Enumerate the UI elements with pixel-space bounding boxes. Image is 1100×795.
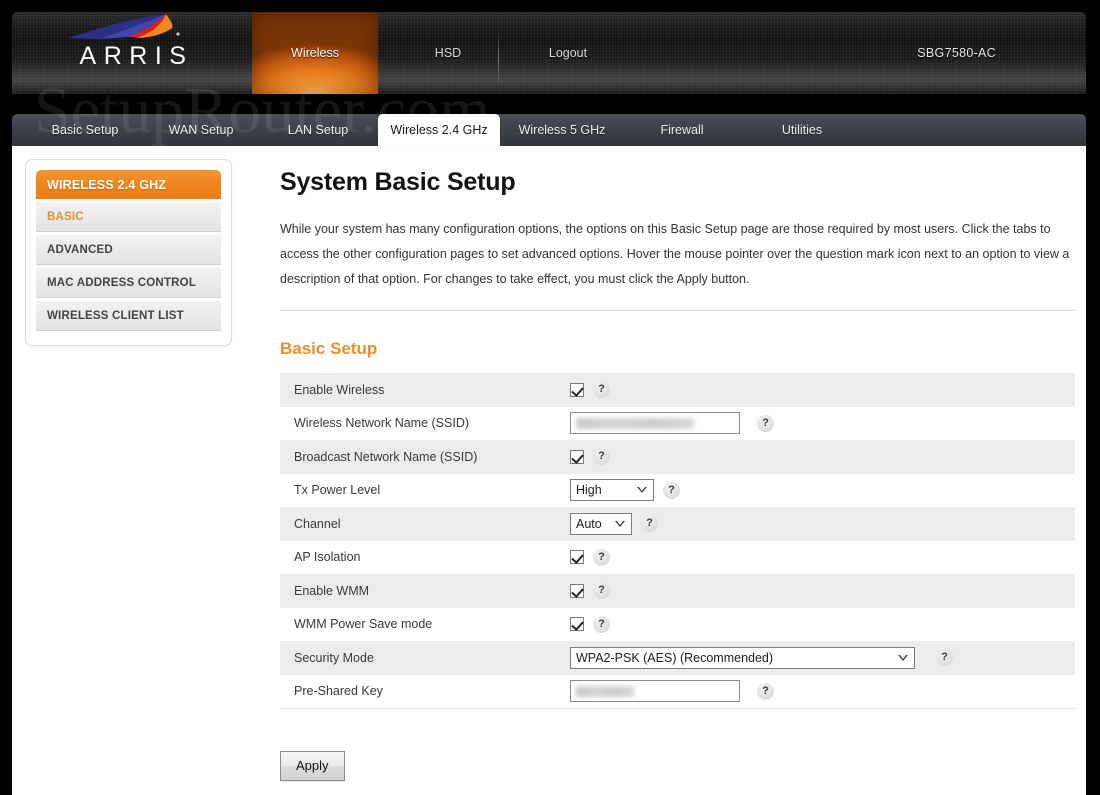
header-nav-label: Wireless bbox=[291, 46, 339, 60]
main-content: System Basic Setup While your system has… bbox=[280, 158, 1075, 781]
help-icon[interactable]: ? bbox=[641, 515, 658, 533]
header-nav-item-hsd[interactable]: HSD bbox=[398, 12, 498, 94]
sidebar-item-label: BASIC bbox=[47, 210, 84, 223]
section-divider bbox=[280, 310, 1075, 311]
help-icon[interactable]: ? bbox=[936, 649, 953, 667]
sidebar-item-label: MAC ADDRESS CONTROL bbox=[47, 276, 197, 289]
pre-shared-key-input[interactable] bbox=[570, 680, 740, 703]
tab-utilities[interactable]: Utilities bbox=[756, 114, 848, 146]
form-label: Enable WMM bbox=[294, 583, 370, 598]
wmm-power-save-checkbox[interactable] bbox=[570, 617, 584, 632]
form-row-security-mode: Security Mode WPA2-PSK (AES) (Recommende… bbox=[280, 641, 1075, 675]
security-mode-select[interactable]: WPA2-PSK (AES) (Recommended) bbox=[570, 646, 915, 669]
apply-button-wrap: Apply bbox=[280, 751, 1075, 781]
tab-wireless-5ghz[interactable]: Wireless 5 GHz bbox=[504, 114, 620, 146]
tab-wan-setup[interactable]: WAN Setup bbox=[146, 114, 256, 146]
sidebar-item-advanced[interactable]: ADVANCED bbox=[36, 235, 221, 265]
chevron-down-icon bbox=[898, 654, 908, 661]
form-row-wmm-power-save: WMM Power Save mode ? bbox=[280, 607, 1075, 641]
form-label: Broadcast Network Name (SSID) bbox=[294, 449, 478, 464]
ap-isolation-checkbox[interactable] bbox=[570, 550, 584, 565]
basic-setup-form: Enable Wireless ? Wireless Network Name … bbox=[280, 373, 1075, 709]
page-title: System Basic Setup bbox=[280, 168, 516, 196]
select-value: High bbox=[576, 483, 602, 498]
form-label: Wireless Network Name (SSID) bbox=[294, 416, 470, 431]
arris-logo: ARRIS bbox=[38, 12, 228, 72]
redacted-value bbox=[576, 686, 634, 698]
sidebar-item-mac-address-control[interactable]: MAC ADDRESS CONTROL bbox=[36, 268, 221, 298]
tab-label: Firewall bbox=[660, 123, 704, 137]
header-nav-label: Logout bbox=[548, 46, 588, 60]
chevron-down-icon bbox=[637, 487, 647, 494]
tab-label: WAN Setup bbox=[168, 123, 234, 137]
form-row-ssid: Wireless Network Name (SSID) ? bbox=[280, 406, 1075, 440]
enable-wmm-checkbox[interactable] bbox=[570, 583, 584, 598]
form-bottom-divider bbox=[280, 708, 1075, 709]
sidebar-item-basic[interactable]: BASIC bbox=[36, 202, 221, 232]
form-row-tx-power-level: Tx Power Level High ? bbox=[280, 473, 1075, 507]
form-label: WMM Power Save mode bbox=[294, 617, 433, 632]
tab-basic-setup[interactable]: Basic Setup bbox=[30, 114, 140, 146]
device-model-text: SBG7580-AC bbox=[917, 46, 996, 60]
tab-firewall[interactable]: Firewall bbox=[636, 114, 728, 146]
help-icon[interactable]: ? bbox=[593, 548, 610, 566]
tab-label: Wireless 5 GHz bbox=[518, 123, 606, 137]
form-row-broadcast-ssid: Broadcast Network Name (SSID) ? bbox=[280, 440, 1075, 474]
form-label: Channel bbox=[294, 516, 341, 531]
help-icon[interactable]: ? bbox=[593, 615, 610, 633]
primary-tab-strip: Basic Setup WAN Setup LAN Setup Wireless… bbox=[12, 114, 1086, 146]
tab-label: Utilities bbox=[781, 123, 823, 137]
help-icon[interactable]: ? bbox=[757, 414, 774, 432]
header-nav-item-logout[interactable]: Logout bbox=[518, 12, 618, 94]
form-row-enable-wmm: Enable WMM ? bbox=[280, 574, 1075, 608]
broadcast-ssid-checkbox[interactable] bbox=[570, 449, 584, 464]
apply-button[interactable]: Apply bbox=[280, 751, 345, 781]
header-nav-item-wireless[interactable]: Wireless bbox=[252, 12, 378, 94]
redacted-value bbox=[576, 418, 694, 430]
tab-label: Basic Setup bbox=[51, 123, 119, 137]
form-row-channel: Channel Auto ? bbox=[280, 507, 1075, 541]
enable-wireless-checkbox[interactable] bbox=[570, 382, 584, 397]
select-value: Auto bbox=[576, 516, 602, 531]
header-nav-divider bbox=[498, 32, 499, 84]
sidebar-item-label: WIRELESS CLIENT LIST bbox=[47, 309, 184, 322]
form-label: Tx Power Level bbox=[294, 483, 381, 498]
router-admin-screen: Wireless HSD Logout SBG7580-AC ARRIS Bas… bbox=[0, 0, 1100, 795]
section-title: Basic Setup bbox=[280, 339, 378, 358]
help-icon[interactable]: ? bbox=[593, 582, 610, 600]
sidebar-item-label: ADVANCED bbox=[47, 243, 113, 256]
form-label: Enable Wireless bbox=[294, 382, 385, 397]
channel-select[interactable]: Auto bbox=[570, 512, 632, 535]
form-label: Security Mode bbox=[294, 650, 374, 665]
sidebar-heading: WIRELESS 2.4 GHZ bbox=[36, 170, 221, 199]
sidebar-item-wireless-client-list[interactable]: WIRELESS CLIENT LIST bbox=[36, 301, 221, 331]
help-icon[interactable]: ? bbox=[663, 481, 680, 499]
form-row-pre-shared-key: Pre-Shared Key ? bbox=[280, 674, 1075, 708]
form-row-ap-isolation: AP Isolation ? bbox=[280, 540, 1075, 574]
help-icon[interactable]: ? bbox=[593, 448, 610, 466]
chevron-down-icon bbox=[615, 520, 625, 527]
ssid-input[interactable] bbox=[570, 412, 740, 435]
tab-label: LAN Setup bbox=[287, 123, 349, 137]
form-row-enable-wireless: Enable Wireless ? bbox=[280, 373, 1075, 407]
help-icon[interactable]: ? bbox=[593, 381, 610, 399]
intro-paragraph: While your system has many configuration… bbox=[280, 222, 1070, 286]
help-icon[interactable]: ? bbox=[757, 682, 774, 700]
content-panel: WIRELESS 2.4 GHZ BASIC ADVANCED MAC ADDR… bbox=[12, 146, 1086, 795]
tx-power-level-select[interactable]: High bbox=[570, 479, 654, 502]
tab-lan-setup[interactable]: LAN Setup bbox=[268, 114, 368, 146]
form-label: AP Isolation bbox=[294, 550, 361, 565]
select-value: WPA2-PSK (AES) (Recommended) bbox=[576, 650, 774, 665]
header-nav-label: HSD bbox=[434, 46, 462, 60]
sidebar: WIRELESS 2.4 GHZ BASIC ADVANCED MAC ADDR… bbox=[25, 159, 232, 346]
tab-label: Wireless 2.4 GHz bbox=[390, 123, 488, 137]
arris-wordmark: ARRIS bbox=[79, 42, 194, 70]
device-model-label: SBG7580-AC bbox=[917, 12, 996, 94]
tab-wireless-24ghz[interactable]: Wireless 2.4 GHz bbox=[378, 114, 500, 146]
form-label: Pre-Shared Key bbox=[294, 684, 383, 699]
